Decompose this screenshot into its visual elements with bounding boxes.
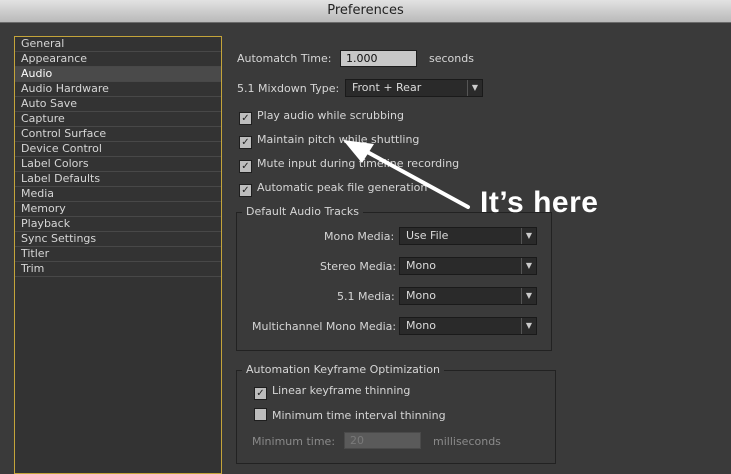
automatch-time-input[interactable]: 1.000 — [340, 50, 417, 67]
category-item[interactable]: Control Surface — [15, 127, 221, 142]
multichannel-media-value: Mono — [406, 319, 436, 332]
checkbox-icon[interactable]: ✓ — [239, 136, 252, 149]
category-item[interactable]: Appearance — [15, 52, 221, 67]
option-play-scrubbing[interactable]: ✓ Play audio while scrubbing — [239, 109, 404, 125]
minimum-time-input: 20 — [344, 432, 421, 449]
category-list[interactable]: General Appearance Audio Audio Hardware Auto… — [14, 36, 222, 474]
option-label: Play audio while scrubbing — [257, 109, 405, 122]
checkbox-icon[interactable] — [254, 408, 267, 421]
category-item[interactable]: Sync Settings — [15, 232, 221, 247]
checkbox-icon[interactable]: ✓ — [239, 160, 252, 173]
surround-media-value: Mono — [406, 289, 436, 302]
mixdown-label: 5.1 Mixdown Type: — [237, 82, 340, 95]
chevron-down-icon: ▼ — [467, 80, 482, 96]
category-item[interactable]: Auto Save — [15, 97, 221, 112]
checkbox-icon[interactable]: ✓ — [239, 112, 252, 125]
checkbox-icon[interactable]: ✓ — [254, 387, 267, 400]
option-mute-input[interactable]: ✓ Mute input during timeline recording — [239, 157, 459, 173]
mono-media-label: Mono Media: — [324, 230, 395, 243]
surround-media-select[interactable]: Mono ▼ — [399, 287, 537, 305]
option-peak-file[interactable]: ✓ Automatic peak file generation — [239, 181, 427, 197]
category-item[interactable]: Titler — [15, 247, 221, 262]
linear-keyframe-label: Linear keyframe thinning — [272, 384, 411, 397]
minimum-time-interval-label: Minimum time interval thinning — [272, 409, 446, 422]
category-item[interactable]: Label Colors — [15, 157, 221, 172]
category-item[interactable]: Trim — [15, 262, 221, 277]
mixdown-type-select[interactable]: Front + Rear ▼ — [345, 79, 483, 97]
chevron-down-icon: ▼ — [521, 258, 536, 274]
category-item[interactable]: Audio Hardware — [15, 82, 221, 97]
minimum-time-unit: milliseconds — [433, 435, 501, 448]
chevron-down-icon: ▼ — [521, 228, 536, 244]
option-maintain-pitch[interactable]: ✓ Maintain pitch while shuttling — [239, 133, 419, 149]
category-item[interactable]: Media — [15, 187, 221, 202]
category-item[interactable]: Audio — [15, 67, 221, 82]
category-item[interactable]: Label Defaults — [15, 172, 221, 187]
stereo-media-select[interactable]: Mono ▼ — [399, 257, 537, 275]
option-label: Mute input during timeline recording — [257, 157, 460, 170]
option-label: Maintain pitch while shuttling — [257, 133, 420, 146]
window-title: Preferences — [0, 0, 731, 23]
category-item[interactable]: Device Control — [15, 142, 221, 157]
mono-media-select[interactable]: Use File ▼ — [399, 227, 537, 245]
stereo-media-value: Mono — [406, 259, 436, 272]
automatch-label: Automatch Time: — [237, 52, 332, 65]
annotation-text: It’s here — [480, 186, 599, 219]
stereo-media-label: Stereo Media: — [320, 260, 397, 273]
category-item[interactable]: Playback — [15, 217, 221, 232]
chevron-down-icon: ▼ — [521, 318, 536, 334]
minimum-time-interval-thinning[interactable]: Minimum time interval thinning — [254, 408, 446, 422]
automatch-unit: seconds — [429, 52, 474, 65]
minimum-time-label: Minimum time: — [252, 435, 336, 448]
category-item[interactable]: Memory — [15, 202, 221, 217]
multichannel-media-label: Multichannel Mono Media: — [252, 320, 397, 333]
option-label: Automatic peak file generation — [257, 181, 428, 194]
keyframe-optimization-title: Automation Keyframe Optimization — [242, 363, 444, 376]
mono-media-value: Use File — [406, 229, 449, 242]
multichannel-media-select[interactable]: Mono ▼ — [399, 317, 537, 335]
category-item[interactable]: General — [15, 37, 221, 52]
mixdown-type-value: Front + Rear — [352, 81, 422, 94]
default-audio-tracks-title: Default Audio Tracks — [242, 205, 363, 218]
checkbox-icon[interactable]: ✓ — [239, 184, 252, 197]
category-item[interactable]: Capture — [15, 112, 221, 127]
chevron-down-icon: ▼ — [521, 288, 536, 304]
surround-media-label: 5.1 Media: — [337, 290, 395, 303]
linear-keyframe-thinning[interactable]: ✓ Linear keyframe thinning — [254, 384, 410, 400]
